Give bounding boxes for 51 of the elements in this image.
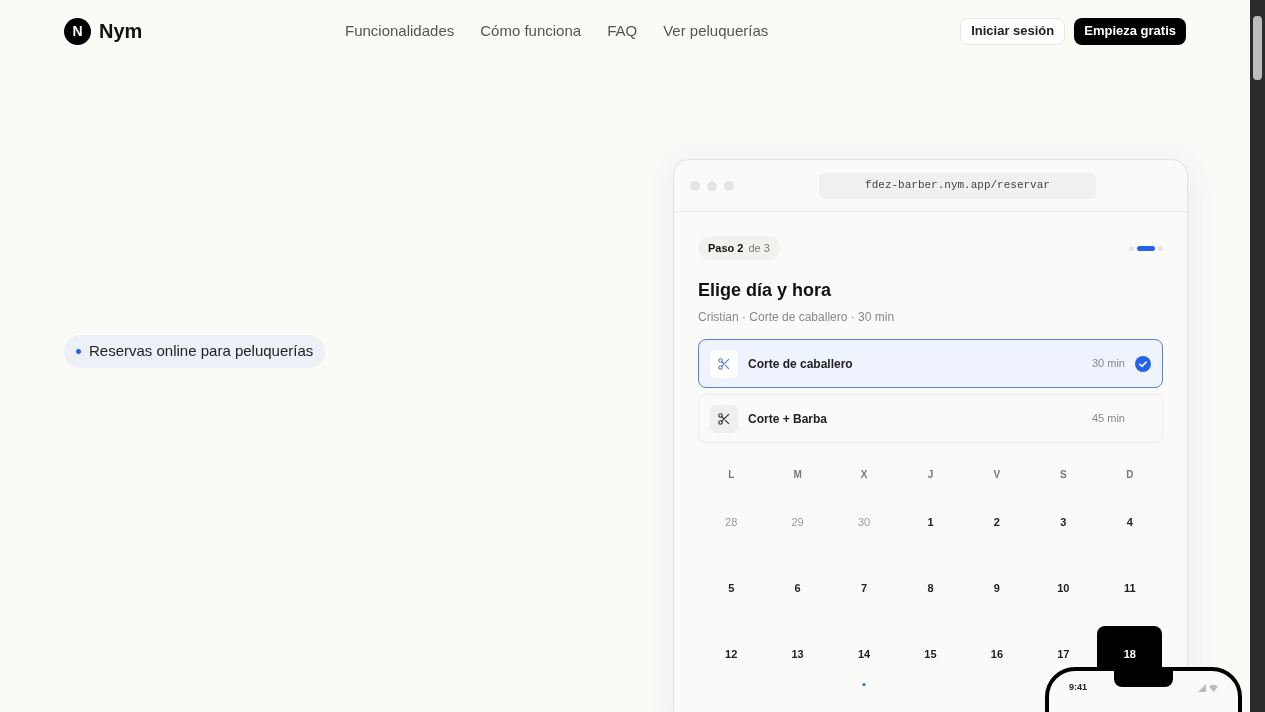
scrollbar[interactable] bbox=[1250, 0, 1265, 712]
badge-text: Reservas online para peluquerías bbox=[89, 341, 314, 362]
calendar-day[interactable]: 4 bbox=[1097, 494, 1163, 535]
login-button[interactable]: Iniciar sesión bbox=[960, 17, 1066, 45]
calendar-day[interactable]: 1 bbox=[898, 494, 963, 535]
url-field: fdez-barber.nym.app/reservar bbox=[819, 172, 1096, 199]
service-duration: 30 min bbox=[1091, 356, 1125, 372]
calendar-day[interactable]: 15 bbox=[898, 626, 963, 667]
signal-wifi-icon bbox=[1198, 683, 1218, 693]
brand-name[interactable]: Nym bbox=[99, 16, 143, 46]
scissors-icon bbox=[717, 356, 731, 371]
calendar-day[interactable]: 14 bbox=[831, 626, 897, 667]
calendar-day[interactable]: 10 bbox=[1030, 560, 1096, 601]
step-total: de 3 bbox=[748, 240, 770, 256]
weekday-label: S bbox=[1059, 467, 1068, 482]
calendar-day[interactable]: 11 bbox=[1097, 560, 1163, 601]
weekday-label: L bbox=[727, 467, 736, 482]
nav-link[interactable]: Funcionalidades bbox=[345, 19, 455, 43]
weekday-label: V bbox=[992, 467, 1002, 482]
calendar-day[interactable]: 16 bbox=[964, 626, 1030, 667]
calendar-day[interactable]: 18 bbox=[1097, 626, 1163, 667]
nav-link[interactable]: Ver peluquerías bbox=[663, 19, 769, 43]
calendar-day[interactable]: 5 bbox=[698, 560, 764, 601]
service-option[interactable]: Corte + Barba 45 min bbox=[698, 394, 1163, 443]
service-duration: 45 min bbox=[1091, 411, 1125, 427]
service-name: Corte + Barba bbox=[748, 410, 828, 428]
calendar-day[interactable]: 9 bbox=[964, 560, 1030, 601]
phone-time: 9:41 bbox=[1069, 681, 1087, 694]
calendar-day[interactable]: 13 bbox=[765, 626, 831, 667]
calendar-day[interactable]: 6 bbox=[765, 560, 831, 601]
logo-mark[interactable]: N bbox=[64, 17, 91, 45]
step-subtitle: Cristian · Corte de caballero · 30 min bbox=[698, 309, 896, 326]
step-label: Paso 2 bbox=[708, 240, 744, 256]
calendar-day[interactable]: 17 bbox=[1030, 626, 1096, 667]
step-title: Elige día y hora bbox=[698, 279, 833, 302]
service-name: Corte de caballero bbox=[748, 355, 853, 373]
calendar-day[interactable]: 3 bbox=[1030, 494, 1096, 535]
signup-button[interactable]: Empieza gratis bbox=[1074, 17, 1186, 45]
calendar-day[interactable]: 12 bbox=[698, 626, 764, 667]
service-option[interactable]: Corte de caballero 30 min bbox=[698, 339, 1163, 388]
scissors-icon bbox=[717, 411, 731, 426]
weekday-label: M bbox=[792, 467, 803, 482]
calendar-day[interactable]: 7 bbox=[831, 560, 897, 601]
nav-link[interactable]: FAQ bbox=[607, 19, 638, 43]
weekday-label: X bbox=[859, 467, 869, 482]
weekday-label: D bbox=[1125, 467, 1135, 482]
calendar-day[interactable]: 8 bbox=[898, 560, 963, 601]
nav-link[interactable]: Cómo funciona bbox=[480, 19, 582, 43]
check-icon bbox=[1135, 355, 1151, 372]
calendar-day[interactable]: 2 bbox=[964, 494, 1030, 535]
weekday-label: J bbox=[926, 467, 935, 482]
